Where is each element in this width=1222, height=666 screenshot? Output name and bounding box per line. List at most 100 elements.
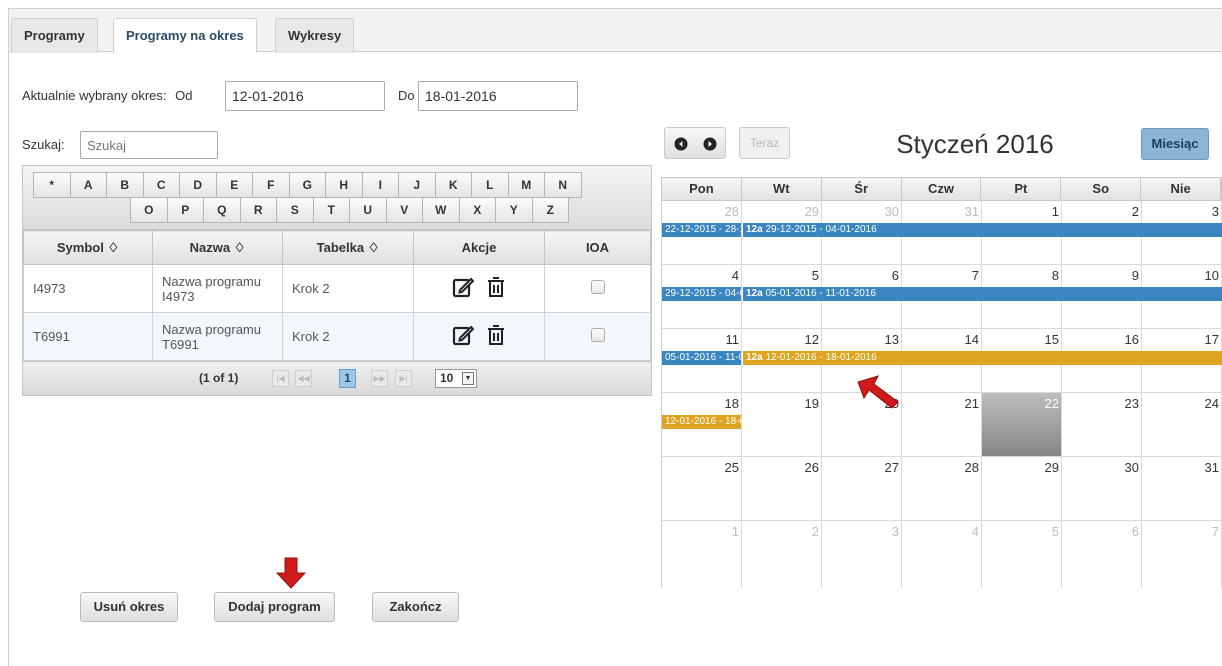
- letter-filter-button[interactable]: *: [33, 172, 71, 198]
- calendar-nav-group: [664, 127, 726, 159]
- cell-symbol: I4973: [23, 264, 153, 313]
- letter-filter-button[interactable]: M: [507, 172, 545, 198]
- letter-filter-button[interactable]: G: [288, 172, 326, 198]
- tab-programy[interactable]: Programy: [11, 18, 98, 53]
- cell-ioa: [544, 312, 651, 361]
- letter-filter-button[interactable]: W: [422, 197, 460, 223]
- date-to-input[interactable]: [418, 81, 578, 111]
- edit-icon[interactable]: [452, 276, 475, 301]
- letter-filter-button[interactable]: F: [252, 172, 290, 198]
- column-header-symbol[interactable]: Symbol ♢: [23, 230, 153, 265]
- letter-filter-button[interactable]: U: [349, 197, 387, 223]
- day-header: Pt: [981, 178, 1062, 200]
- chevron-down-icon: ▼: [462, 372, 474, 385]
- remove-period-button[interactable]: Usuń okres: [80, 592, 178, 622]
- calendar-day[interactable]: 27: [822, 457, 902, 521]
- letter-filter-button[interactable]: S: [276, 197, 314, 223]
- prev-month-icon[interactable]: [674, 137, 688, 154]
- letter-filter-button[interactable]: Z: [531, 197, 569, 223]
- calendar-day[interactable]: 26: [742, 457, 822, 521]
- search-input[interactable]: [80, 131, 218, 159]
- calendar-day[interactable]: 3: [822, 521, 902, 588]
- calendar-day[interactable]: 2: [742, 521, 822, 588]
- letter-filter-button[interactable]: C: [142, 172, 180, 198]
- trash-icon[interactable]: [486, 324, 506, 349]
- finish-button[interactable]: Zakończ: [372, 592, 459, 622]
- pager: (1 of 1) |◀ ◀◀ 1 ▶▶ ▶| 10 ▼: [23, 361, 651, 395]
- next-page-icon[interactable]: ▶▶: [371, 370, 388, 387]
- letter-filter-button[interactable]: I: [361, 172, 399, 198]
- calendar-day[interactable]: 25: [662, 457, 742, 521]
- calendar-day[interactable]: 1: [662, 521, 742, 588]
- calendar-day[interactable]: 7: [1142, 521, 1222, 588]
- month-view-button[interactable]: Miesiąc: [1141, 128, 1209, 160]
- prev-page-icon[interactable]: ◀◀: [295, 370, 312, 387]
- letter-filter-button[interactable]: N: [544, 172, 582, 198]
- ioa-checkbox[interactable]: [590, 280, 605, 294]
- calendar-event[interactable]: 12-01-2016 - 18-01-2016: [662, 415, 741, 429]
- ioa-checkbox[interactable]: [590, 328, 605, 342]
- letter-filter-button[interactable]: D: [179, 172, 217, 198]
- letter-filter-button[interactable]: A: [69, 172, 107, 198]
- trash-icon[interactable]: [486, 276, 506, 301]
- page-count: (1 of 1): [199, 371, 239, 385]
- event-range: 12-01-2016 - 18-01-2016: [765, 352, 877, 363]
- table-row[interactable]: T6991 Nazwa programu T6991 Krok 2: [23, 312, 651, 361]
- calendar-day[interactable]: 5: [982, 521, 1062, 588]
- letter-filter-button[interactable]: H: [325, 172, 363, 198]
- calendar-event[interactable]: 12a 05-01-2016 - 11-01-2016: [743, 287, 1222, 301]
- calendar-day[interactable]: 24: [1142, 393, 1222, 457]
- calendar-day[interactable]: 30: [1062, 457, 1142, 521]
- calendar-event[interactable]: 22-12-2015 - 28-12-2015: [662, 223, 741, 237]
- letter-filter-button[interactable]: O: [130, 197, 168, 223]
- letter-filter-button[interactable]: V: [385, 197, 423, 223]
- calendar-day[interactable]: 6: [1062, 521, 1142, 588]
- annotation-arrow-down-icon: [276, 557, 306, 589]
- page-size-value: 10: [440, 371, 454, 385]
- calendar-day-today[interactable]: 22: [982, 393, 1062, 457]
- letter-filter-button[interactable]: K: [434, 172, 472, 198]
- calendar-day[interactable]: 19: [742, 393, 822, 457]
- page-size-select[interactable]: 10 ▼: [435, 369, 477, 388]
- date-from-input[interactable]: [225, 81, 385, 111]
- last-page-icon[interactable]: ▶|: [395, 370, 412, 387]
- calendar-event[interactable]: 12a 29-12-2015 - 04-01-2016: [743, 223, 1222, 237]
- column-header-actions: Akcje: [413, 230, 545, 265]
- calendar-event[interactable]: 29-12-2015 - 04-01-2016: [662, 287, 741, 301]
- letter-filter-button[interactable]: X: [458, 197, 496, 223]
- calendar-day[interactable]: 28: [902, 457, 982, 521]
- letter-filter-button[interactable]: B: [106, 172, 144, 198]
- add-program-button[interactable]: Dodaj program: [214, 592, 335, 622]
- calendar-event-selected[interactable]: 12a 12-01-2016 - 18-01-2016: [743, 351, 1222, 365]
- event-tag: 12a: [746, 288, 763, 299]
- letter-filter-button[interactable]: J: [398, 172, 436, 198]
- calendar-day[interactable]: 29: [982, 457, 1062, 521]
- column-header-tabelka[interactable]: Tabelka ♢: [282, 230, 414, 265]
- calendar-day[interactable]: 23: [1062, 393, 1142, 457]
- page-number-button[interactable]: 1: [339, 369, 356, 388]
- event-range: 29-12-2015 - 04-01-2016: [765, 224, 877, 235]
- column-header-name[interactable]: Nazwa ♢: [152, 230, 283, 265]
- table-row[interactable]: I4973 Nazwa programu I4973 Krok 2: [23, 264, 651, 313]
- first-page-icon[interactable]: |◀: [272, 370, 289, 387]
- calendar-event[interactable]: 05-01-2016 - 11-01-2016: [662, 351, 741, 365]
- calendar-title: Styczeń 2016: [896, 129, 1054, 159]
- letter-filter-button[interactable]: Y: [495, 197, 533, 223]
- letter-filter-button[interactable]: T: [312, 197, 350, 223]
- tab-programy-na-okres[interactable]: Programy na okres: [113, 18, 257, 53]
- edit-icon[interactable]: [452, 324, 475, 349]
- letter-filter-button[interactable]: P: [166, 197, 204, 223]
- cell-name: Nazwa programu I4973: [152, 264, 283, 313]
- calendar-day[interactable]: 4: [902, 521, 982, 588]
- tab-wykresy[interactable]: Wykresy: [275, 18, 355, 53]
- letter-filter-button[interactable]: L: [471, 172, 509, 198]
- today-button[interactable]: Teraz: [739, 127, 790, 159]
- next-month-icon[interactable]: [703, 137, 717, 154]
- calendar-day[interactable]: 31: [1142, 457, 1222, 521]
- letter-filter-button[interactable]: Q: [203, 197, 241, 223]
- letter-filter-button[interactable]: R: [239, 197, 277, 223]
- letter-filter-button[interactable]: E: [215, 172, 253, 198]
- calendar-day[interactable]: 21: [902, 393, 982, 457]
- cell-name: Nazwa programu T6991: [152, 312, 283, 361]
- event-range: 05-01-2016 - 11-01-2016: [765, 288, 876, 299]
